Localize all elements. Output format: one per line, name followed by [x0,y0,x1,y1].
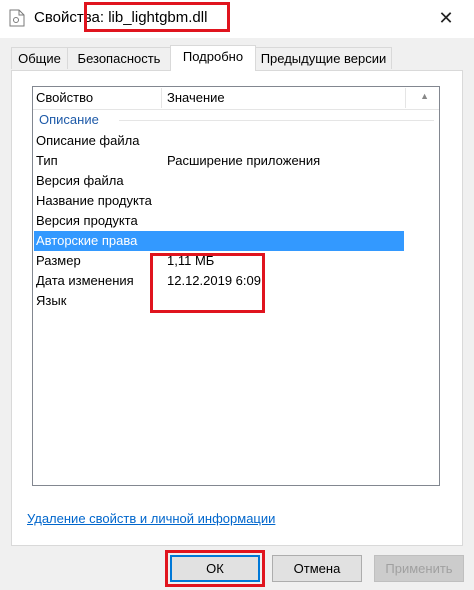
close-button[interactable]: ✕ [432,4,460,32]
scroll-up-icon[interactable]: ▲ [420,91,429,101]
list-item[interactable]: Описание файла [34,131,404,151]
remove-properties-link[interactable]: Удаление свойств и личной информации [27,511,275,526]
file-icon [9,9,25,27]
annotation-ok-highlight [165,550,265,587]
list-header: Свойство Значение ▲ [33,87,439,110]
tab-details[interactable]: Подробно [170,45,256,71]
annotation-date-highlight [150,253,265,313]
group-divider [119,120,434,121]
list-item-selected[interactable]: Авторские права [34,231,404,251]
apply-button[interactable]: Применить [374,555,464,582]
title-bar: Свойства: lib_lightgbm.dll ✕ [0,0,474,38]
list-item[interactable]: Название продукта [34,191,404,211]
tab-security[interactable]: Безопасность [67,47,171,69]
group-header-description: Описание [39,112,99,127]
cancel-button[interactable]: Отмена [272,555,362,582]
list-item[interactable]: Версия файла [34,171,404,191]
list-item[interactable]: Версия продукта [34,211,404,231]
tab-previous-versions[interactable]: Предыдущие версии [255,47,392,69]
list-item[interactable]: Тип Расширение приложения [34,151,404,171]
tab-general[interactable]: Общие [11,47,68,69]
annotation-title-highlight [84,2,230,32]
column-separator[interactable] [405,88,406,108]
close-icon: ✕ [438,8,454,28]
column-header-property[interactable]: Свойство [36,90,93,105]
column-separator[interactable] [161,88,162,108]
column-header-value[interactable]: Значение [167,90,225,105]
